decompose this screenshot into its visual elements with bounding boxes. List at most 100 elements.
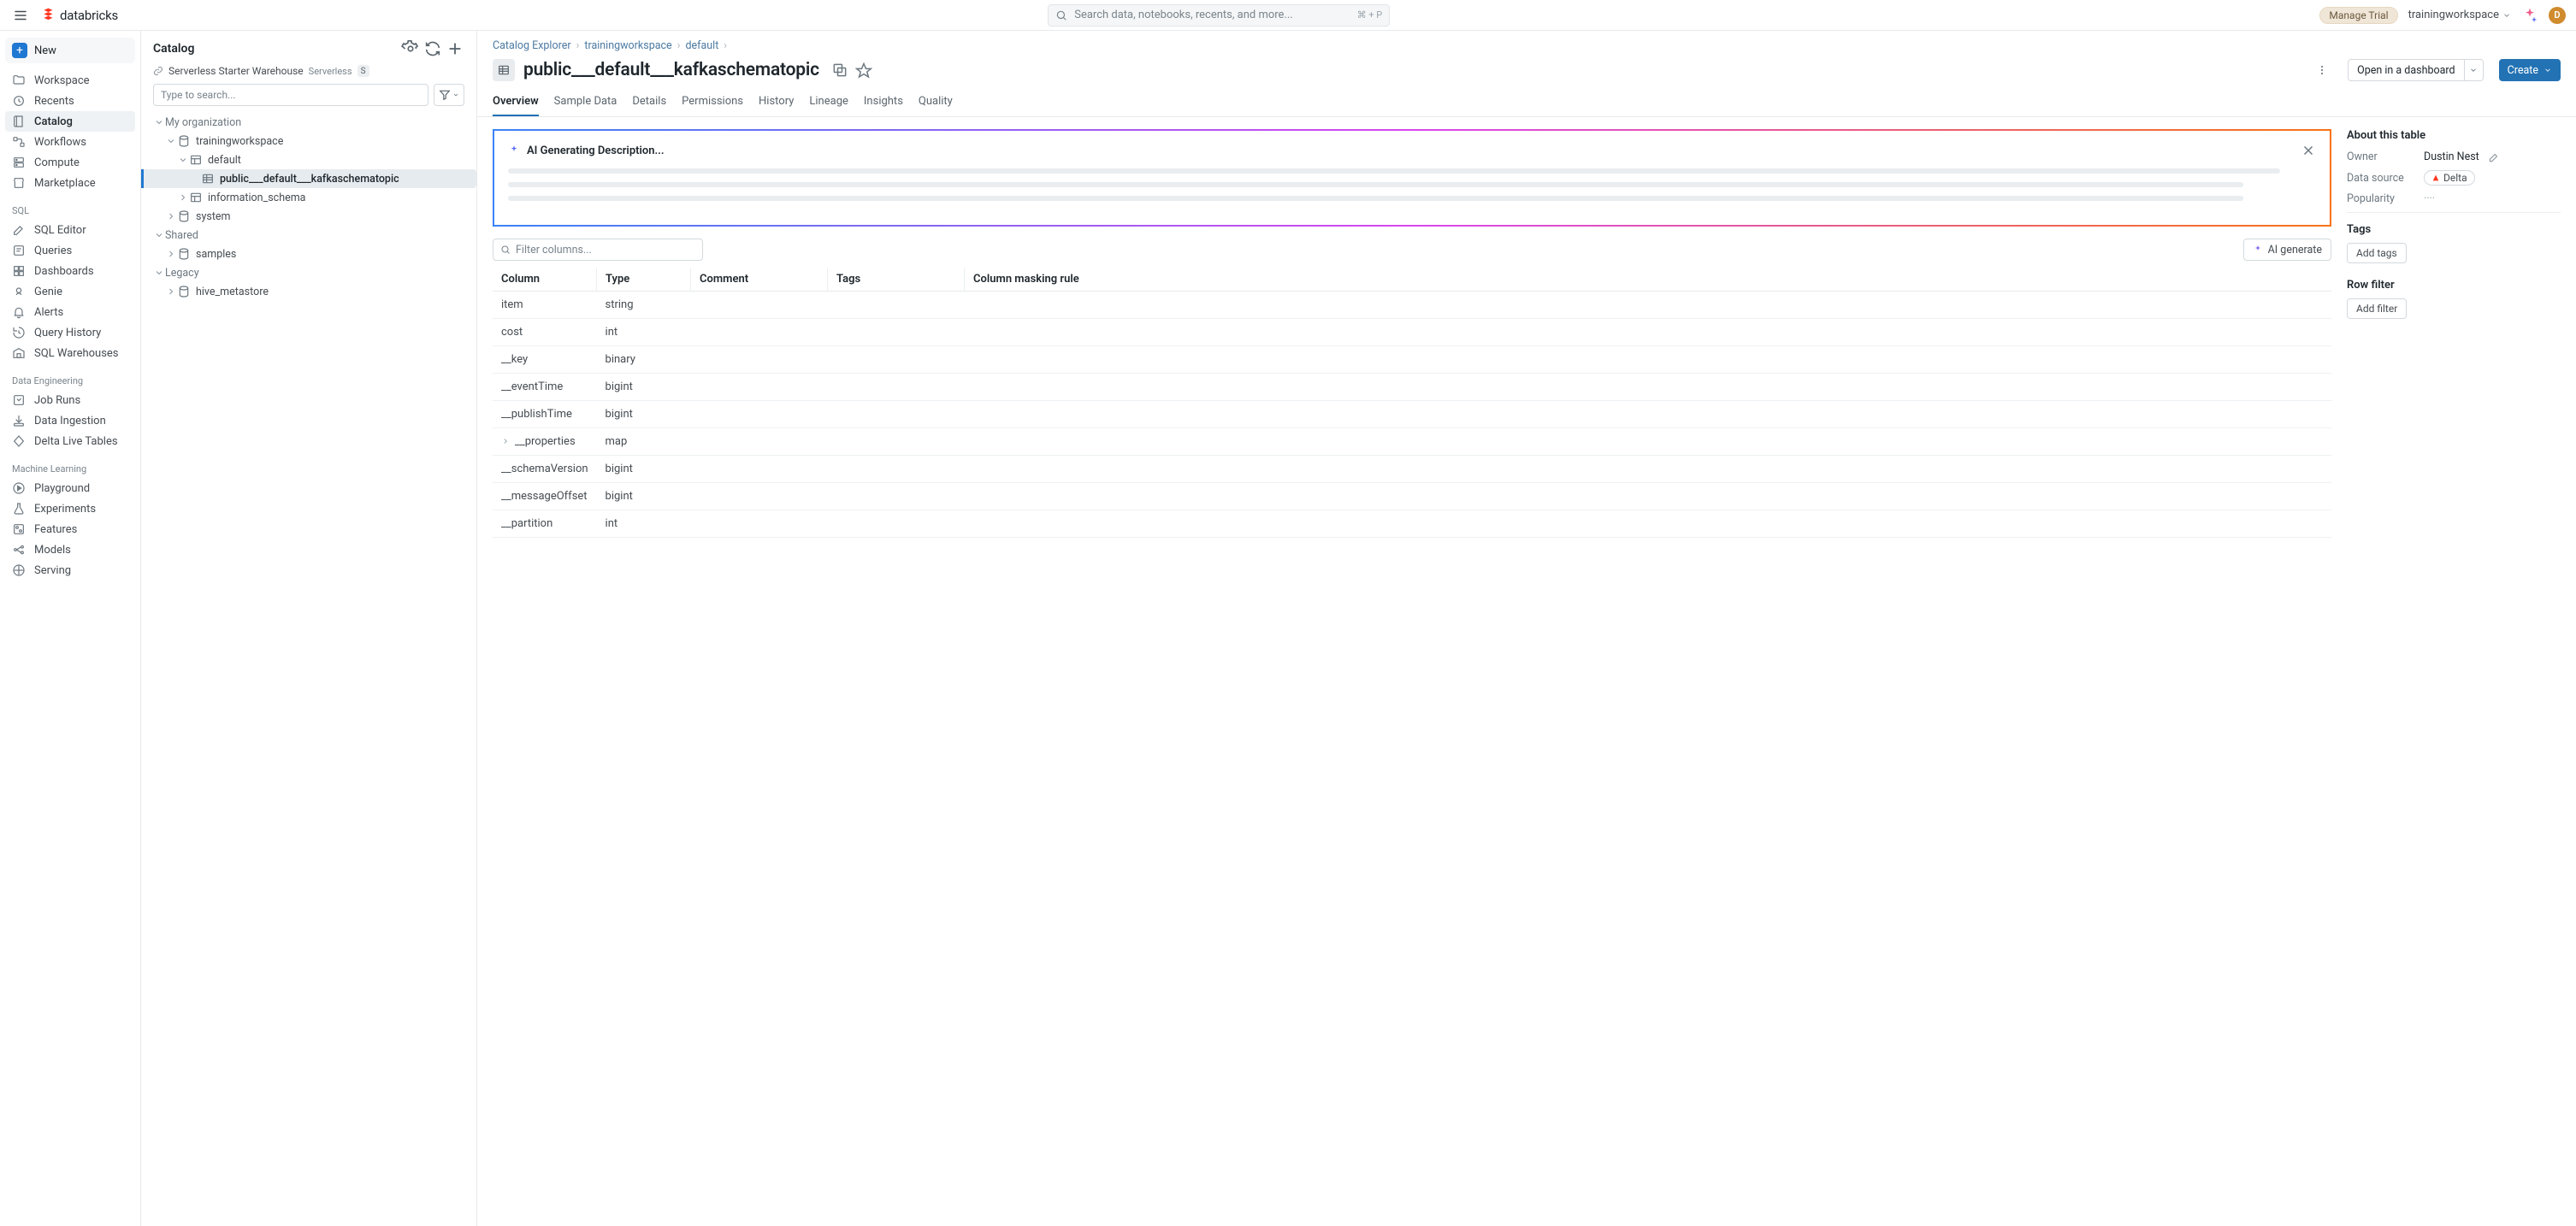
th-tags[interactable]: Tags — [828, 268, 965, 292]
column-comment — [691, 374, 828, 401]
tree-item-system[interactable]: system — [141, 207, 476, 226]
open-in-dashboard-button[interactable]: Open in a dashboard — [2348, 59, 2465, 81]
crumb-ws[interactable]: trainingworkspace — [584, 39, 671, 52]
nav-sql-editor[interactable]: SQL Editor — [5, 220, 135, 240]
column-tags — [828, 346, 965, 374]
tab-overview[interactable]: Overview — [493, 90, 539, 116]
th-mask[interactable]: Column masking rule — [965, 268, 2331, 292]
nav-genie[interactable]: Genie — [5, 281, 135, 302]
table-row[interactable]: __messageOffsetbigint — [493, 483, 2331, 510]
dlt-icon — [12, 434, 26, 448]
tab-permissions[interactable]: Permissions — [682, 90, 743, 116]
schema-icon — [189, 191, 203, 204]
nav-catalog[interactable]: Catalog — [5, 111, 135, 132]
close-icon[interactable] — [2301, 143, 2316, 158]
nav-data-ingestion[interactable]: Data Ingestion — [5, 410, 135, 431]
tab-insights[interactable]: Insights — [864, 90, 903, 116]
workflow-icon — [12, 135, 26, 149]
tab-history[interactable]: History — [759, 90, 794, 116]
nav-playground[interactable]: Playground — [5, 478, 135, 498]
star-icon[interactable] — [855, 62, 872, 79]
th-type[interactable]: Type — [597, 268, 691, 292]
tree-item-samples[interactable]: samples — [141, 245, 476, 263]
tab-sample-data[interactable]: Sample Data — [554, 90, 617, 116]
serving-icon — [12, 563, 26, 577]
nav-features[interactable]: Features — [5, 519, 135, 539]
column-tags — [828, 456, 965, 483]
create-button[interactable]: Create — [2499, 59, 2561, 81]
filter-button[interactable] — [434, 84, 464, 106]
search-placeholder: Search data, notebooks, recents, and mor… — [1074, 9, 1293, 21]
new-button[interactable]: + New — [5, 38, 135, 63]
chevron-down-icon — [153, 116, 165, 128]
workspace-switcher[interactable]: trainingworkspace — [2408, 9, 2511, 21]
ai-assistant-icon[interactable] — [2521, 7, 2538, 24]
tab-details[interactable]: Details — [632, 90, 666, 116]
tree-section-legacy[interactable]: Legacy — [141, 263, 476, 282]
tree-item-table-selected[interactable]: public___default___kafkaschematopic — [141, 169, 476, 188]
manage-trial-button[interactable]: Manage Trial — [2319, 7, 2397, 24]
table-row[interactable]: costint — [493, 319, 2331, 346]
gear-icon[interactable] — [401, 39, 420, 58]
nav-serving[interactable]: Serving — [5, 560, 135, 581]
tree-item-hive[interactable]: hive_metastore — [141, 282, 476, 301]
crumb-root[interactable]: Catalog Explorer — [493, 39, 571, 52]
add-icon[interactable] — [446, 39, 464, 58]
nav-workspace[interactable]: Workspace — [5, 70, 135, 91]
nav-compute[interactable]: Compute — [5, 152, 135, 173]
th-column[interactable]: Column — [493, 268, 597, 292]
nav-dashboards[interactable]: Dashboards — [5, 261, 135, 281]
edit-icon[interactable] — [2488, 151, 2500, 163]
folder-icon — [12, 74, 26, 87]
warehouse-indicator[interactable]: Serverless Starter Warehouse Serverless … — [141, 63, 476, 84]
table-row[interactable]: __propertiesmap — [493, 428, 2331, 456]
nav-sql-warehouses[interactable]: SQL Warehouses — [5, 343, 135, 363]
nav-models[interactable]: Models — [5, 539, 135, 560]
column-type: string — [597, 292, 691, 319]
table-row[interactable]: __eventTimebigint — [493, 374, 2331, 401]
add-tags-button[interactable]: Add tags — [2347, 243, 2407, 263]
table-row[interactable]: __publishTimebigint — [493, 401, 2331, 428]
tree-section-my-org[interactable]: My organization — [141, 113, 476, 132]
tab-lineage[interactable]: Lineage — [809, 90, 848, 116]
brand-logo[interactable]: databricks — [41, 8, 118, 23]
table-row[interactable]: __schemaVersionbigint — [493, 456, 2331, 483]
chevron-down-icon — [165, 135, 177, 147]
table-row[interactable]: item string — [493, 292, 2331, 319]
flask-icon — [12, 502, 26, 516]
refresh-icon[interactable] — [423, 39, 442, 58]
nav-query-history[interactable]: Query History — [5, 322, 135, 343]
table-row[interactable]: __keybinary — [493, 346, 2331, 374]
filter-columns-input[interactable]: Filter columns... — [493, 239, 703, 261]
column-name: item — [501, 298, 523, 311]
table-row[interactable]: __partitionint — [493, 510, 2331, 538]
nav-marketplace[interactable]: Marketplace — [5, 173, 135, 193]
hamburger-menu[interactable] — [10, 5, 31, 26]
column-type: int — [597, 319, 691, 346]
add-filter-button[interactable]: Add filter — [2347, 298, 2407, 319]
nav-experiments[interactable]: Experiments — [5, 498, 135, 519]
copy-icon[interactable] — [831, 62, 848, 79]
tree-item-workspace[interactable]: trainingworkspace — [141, 132, 476, 150]
tree-item-info-schema[interactable]: information_schema — [141, 188, 476, 207]
nav-job-runs[interactable]: Job Runs — [5, 390, 135, 410]
user-avatar[interactable]: D — [2549, 7, 2566, 24]
tab-quality[interactable]: Quality — [919, 90, 953, 116]
column-tags — [828, 483, 965, 510]
global-search[interactable]: Search data, notebooks, recents, and mor… — [1048, 4, 1390, 27]
nav-dlt[interactable]: Delta Live Tables — [5, 431, 135, 451]
open-in-dashboard-dropdown[interactable] — [2465, 59, 2484, 81]
th-comment[interactable]: Comment — [691, 268, 828, 292]
nav-queries[interactable]: Queries — [5, 240, 135, 261]
tree-search-input[interactable]: Type to search... — [153, 84, 428, 106]
chevron-right-icon[interactable] — [501, 437, 511, 447]
jobs-icon — [12, 393, 26, 407]
ai-generate-button[interactable]: AI generate — [2243, 239, 2331, 261]
crumb-schema[interactable]: default — [685, 39, 718, 52]
nav-alerts[interactable]: Alerts — [5, 302, 135, 322]
tree-section-shared[interactable]: Shared — [141, 226, 476, 245]
nav-workflows[interactable]: Workflows — [5, 132, 135, 152]
tree-item-schema-default[interactable]: default — [141, 150, 476, 169]
nav-recents[interactable]: Recents — [5, 91, 135, 111]
kebab-menu[interactable] — [2312, 60, 2332, 80]
